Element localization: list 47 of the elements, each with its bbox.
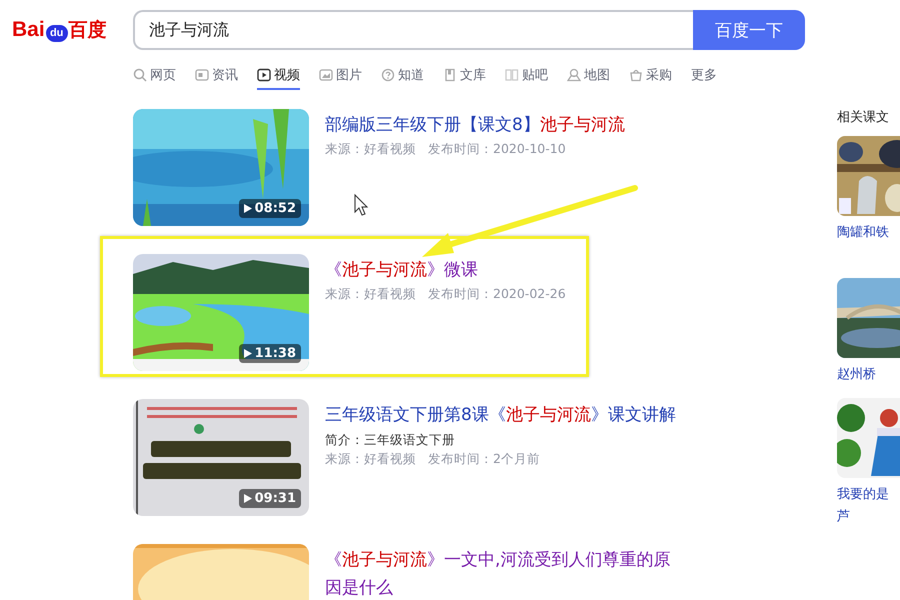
logo-text: 百度 — [68, 18, 107, 43]
search-tab[interactable]: 网页 — [133, 63, 176, 90]
tab-icon — [195, 68, 209, 82]
duration-badge: 11:38 — [238, 344, 301, 363]
meta-text: 发布时间：2020-02-26 — [428, 286, 566, 303]
tab-icon — [257, 68, 271, 82]
search-tab[interactable]: 文库 — [443, 63, 486, 90]
meta-text: 来源：好看视频 — [325, 286, 416, 303]
lesson-link[interactable]: 我要的是 — [837, 484, 889, 506]
meta-text: 来源：好看视频 — [325, 451, 416, 468]
search-tab[interactable]: 图片 — [319, 63, 362, 90]
search-tab[interactable]: 知道 — [381, 63, 424, 90]
duration-badge: 08:52 — [238, 199, 301, 218]
paw-logo: du — [46, 24, 68, 42]
result-title-link[interactable]: 《池子与河流》一文中,河流受到人们尊重的原因是什么 — [325, 546, 687, 600]
tab-icon — [133, 68, 147, 82]
tab-icon — [443, 68, 457, 82]
search-tab[interactable]: 地图 — [567, 63, 610, 90]
duration-badge: 09:31 — [238, 489, 301, 508]
lesson-link[interactable]: 赵州桥 — [837, 364, 876, 386]
play-icon — [244, 204, 252, 213]
meta-text: 来源：好看视频 — [325, 141, 416, 158]
tab-icon — [319, 68, 333, 82]
result-title-link[interactable]: 三年级语文下册第8课《池子与河流》课文讲解 — [325, 401, 676, 429]
summary-text: 简介：三年级语文下册 — [325, 432, 456, 449]
meta-text: 发布时间：2个月前 — [428, 451, 540, 468]
tab-icon — [505, 68, 519, 82]
lesson-link[interactable]: 陶罐和铁 — [837, 222, 889, 244]
tab-icon — [381, 68, 395, 82]
section-heading: 相关课文 — [837, 109, 890, 126]
logo-text: Bai — [12, 18, 45, 42]
mouse-cursor-icon — [354, 194, 368, 216]
search-tab[interactable]: 贴吧 — [505, 63, 548, 90]
result-title-link[interactable]: 部编版三年级下册【课文8】池子与河流 — [325, 111, 625, 139]
result-title-link[interactable]: 《池子与河流》微课 — [325, 256, 566, 284]
search-button[interactable]: 百度一下 — [693, 10, 805, 50]
tab-icon — [567, 68, 581, 82]
search-tab[interactable]: 更多 — [691, 63, 717, 90]
search-tab[interactable]: 资讯 — [195, 63, 238, 90]
search-tab[interactable]: 采购 — [629, 63, 672, 90]
search-field[interactable]: 池子与河流 — [133, 10, 693, 50]
play-icon — [244, 494, 252, 503]
meta-text: 发布时间：2020-10-10 — [428, 141, 566, 158]
tab-icon — [629, 68, 643, 82]
lesson-link[interactable]: 芦 — [837, 506, 850, 528]
search-tab[interactable]: 视频 — [257, 63, 300, 90]
play-icon — [244, 349, 252, 358]
